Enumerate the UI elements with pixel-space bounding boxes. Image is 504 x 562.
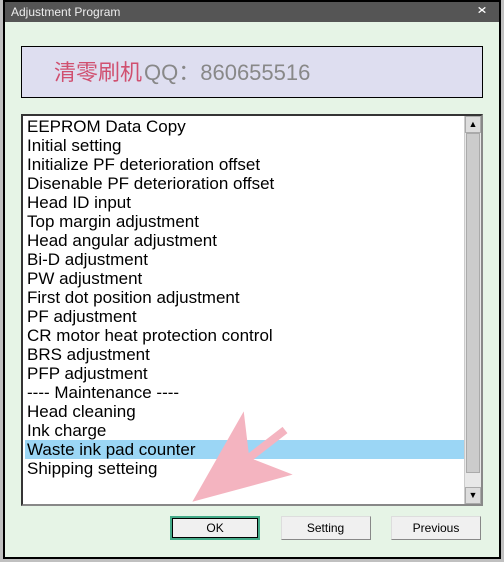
list-item[interactable]: Top margin adjustment xyxy=(25,212,479,231)
list-item[interactable]: Waste ink pad counter xyxy=(25,440,479,459)
titlebar: Adjustment Program xyxy=(5,2,499,22)
scroll-down-button[interactable]: ▼ xyxy=(465,487,481,504)
list-item[interactable]: Disenable PF deterioration offset xyxy=(25,174,479,193)
scroll-up-button[interactable]: ▲ xyxy=(465,116,481,133)
banner: 清零刷机QQ：860655516 xyxy=(21,46,483,98)
close-icon xyxy=(475,2,489,14)
scrollbar[interactable]: ▲ ▼ xyxy=(464,116,481,504)
previous-button[interactable]: Previous xyxy=(391,516,481,540)
button-row: OK Setting Previous xyxy=(17,506,487,540)
list-item[interactable]: PF adjustment xyxy=(25,307,479,326)
list-item[interactable]: CR motor heat protection control xyxy=(25,326,479,345)
list-item[interactable]: First dot position adjustment xyxy=(25,288,479,307)
setting-button[interactable]: Setting xyxy=(281,516,371,540)
list-item[interactable]: Shipping setteing xyxy=(25,459,479,478)
adjustment-listbox[interactable]: EEPROM Data CopyInitial settingInitializ… xyxy=(21,114,483,506)
list-item[interactable]: PFP adjustment xyxy=(25,364,479,383)
list-item[interactable]: Bi-D adjustment xyxy=(25,250,479,269)
window-title: Adjustment Program xyxy=(11,5,120,19)
list-item[interactable]: Head angular adjustment xyxy=(25,231,479,250)
list-item[interactable]: Ink charge xyxy=(25,421,479,440)
scroll-thumb[interactable] xyxy=(466,133,480,473)
list-item[interactable]: ---- Maintenance ---- xyxy=(25,383,479,402)
banner-part2: QQ：860655516 xyxy=(144,60,310,85)
list-item[interactable]: BRS adjustment xyxy=(25,345,479,364)
banner-part1: 清零刷机 xyxy=(54,60,142,85)
content-area: 清零刷机QQ：860655516 EEPROM Data CopyInitial… xyxy=(5,22,499,552)
close-button[interactable] xyxy=(465,2,499,22)
list-item[interactable]: Head ID input xyxy=(25,193,479,212)
list-item[interactable]: PW adjustment xyxy=(25,269,479,288)
list-item[interactable]: Initial setting xyxy=(25,136,479,155)
list-item[interactable]: Head cleaning xyxy=(25,402,479,421)
list-item[interactable]: EEPROM Data Copy xyxy=(25,117,479,136)
window: Adjustment Program 清零刷机QQ：860655516 EEPR… xyxy=(3,0,501,559)
ok-button[interactable]: OK xyxy=(170,516,260,540)
list-item[interactable]: Initialize PF deterioration offset xyxy=(25,155,479,174)
banner-text: 清零刷机QQ：860655516 xyxy=(54,60,310,85)
